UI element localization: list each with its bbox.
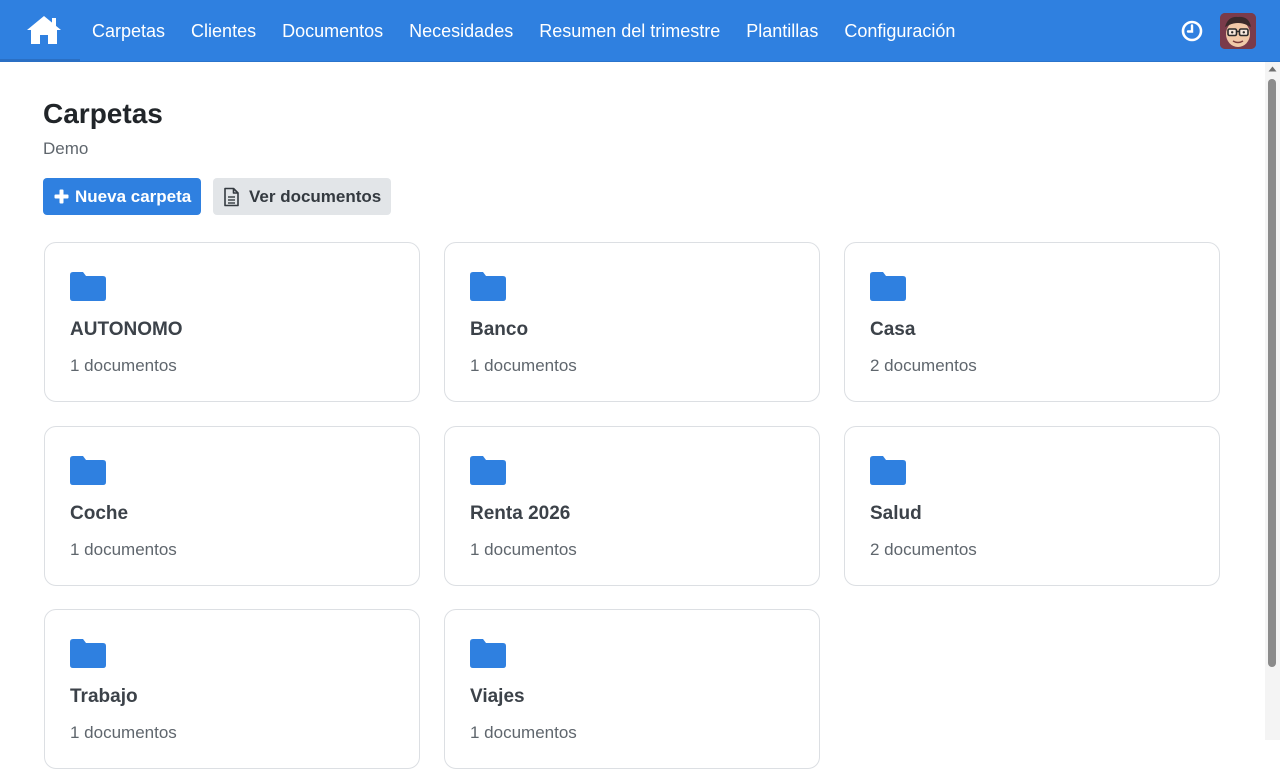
folder-icon bbox=[470, 639, 506, 668]
folder-name: Coche bbox=[70, 503, 129, 524]
page-title: Carpetas bbox=[43, 98, 163, 129]
nav-item-plantillas[interactable]: Plantillas bbox=[733, 0, 831, 62]
folder-card[interactable]: Casa 2 documentos bbox=[844, 242, 1220, 402]
history-button[interactable] bbox=[1180, 19, 1204, 43]
folder-name: Trabajo bbox=[70, 686, 138, 707]
nav-item-necesidades[interactable]: Necesidades bbox=[396, 0, 526, 62]
user-avatar[interactable] bbox=[1220, 13, 1256, 49]
folder-name: Viajes bbox=[470, 686, 525, 707]
folder-document-count: 1 documentos bbox=[70, 540, 177, 559]
nav-item-documentos[interactable]: Documentos bbox=[269, 0, 396, 62]
folder-name: Casa bbox=[870, 319, 916, 340]
folder-name: Banco bbox=[470, 319, 529, 340]
folder-document-count: 1 documentos bbox=[470, 356, 577, 375]
folder-icon bbox=[70, 639, 106, 668]
folder-icon bbox=[870, 272, 906, 301]
folder-card[interactable]: Renta 2026 1 documentos bbox=[444, 426, 820, 586]
folder-document-count: 1 documentos bbox=[470, 540, 577, 559]
main-nav: Carpetas Clientes Documentos Necesidades… bbox=[79, 0, 968, 62]
folder-icon bbox=[70, 456, 106, 485]
home-link[interactable] bbox=[24, 12, 64, 48]
nav-item-resumen-trimestre[interactable]: Resumen del trimestre bbox=[526, 0, 733, 62]
avatar-icon bbox=[1220, 13, 1256, 49]
folder-icon bbox=[470, 456, 506, 485]
folder-card[interactable]: Coche 1 documentos bbox=[44, 426, 420, 586]
folder-card[interactable]: Salud 2 documentos bbox=[844, 426, 1220, 586]
vertical-scrollbar[interactable] bbox=[1265, 62, 1280, 740]
folder-document-count: 2 documentos bbox=[870, 356, 977, 375]
active-indicator bbox=[0, 59, 80, 62]
scrollbar-thumb[interactable] bbox=[1268, 79, 1276, 667]
folder-document-count: 1 documentos bbox=[70, 723, 177, 742]
folder-name: Renta 2026 bbox=[470, 503, 571, 524]
nav-item-configuracion[interactable]: Configuración bbox=[831, 0, 968, 62]
plus-icon bbox=[54, 189, 69, 204]
folder-icon bbox=[870, 456, 906, 485]
folder-card[interactable]: Trabajo 1 documentos bbox=[44, 609, 420, 769]
folder-icon bbox=[470, 272, 506, 301]
page-subtitle: Demo bbox=[43, 139, 89, 158]
scroll-up-arrow-icon[interactable] bbox=[1265, 66, 1280, 76]
folder-document-count: 1 documentos bbox=[70, 356, 177, 375]
home-icon bbox=[27, 16, 61, 44]
folder-name: Salud bbox=[870, 503, 922, 524]
folder-document-count: 1 documentos bbox=[470, 723, 577, 742]
nav-item-carpetas[interactable]: Carpetas bbox=[79, 0, 178, 62]
top-navbar: Carpetas Clientes Documentos Necesidades… bbox=[0, 0, 1280, 62]
folder-card[interactable]: Viajes 1 documentos bbox=[444, 609, 820, 769]
folder-card[interactable]: Banco 1 documentos bbox=[444, 242, 820, 402]
folder-icon bbox=[70, 272, 106, 301]
clock-icon bbox=[1181, 20, 1203, 42]
new-folder-button[interactable]: Nueva carpeta bbox=[43, 178, 201, 215]
folder-name: AUTONOMO bbox=[70, 319, 183, 340]
folder-document-count: 2 documentos bbox=[870, 540, 977, 559]
folder-card[interactable]: AUTONOMO 1 documentos bbox=[44, 242, 420, 402]
nav-item-clientes[interactable]: Clientes bbox=[178, 0, 269, 62]
view-documents-label: Ver documentos bbox=[249, 186, 382, 206]
new-folder-label: Nueva carpeta bbox=[75, 186, 192, 206]
view-documents-button[interactable]: Ver documentos bbox=[213, 178, 391, 215]
document-icon bbox=[223, 187, 240, 207]
